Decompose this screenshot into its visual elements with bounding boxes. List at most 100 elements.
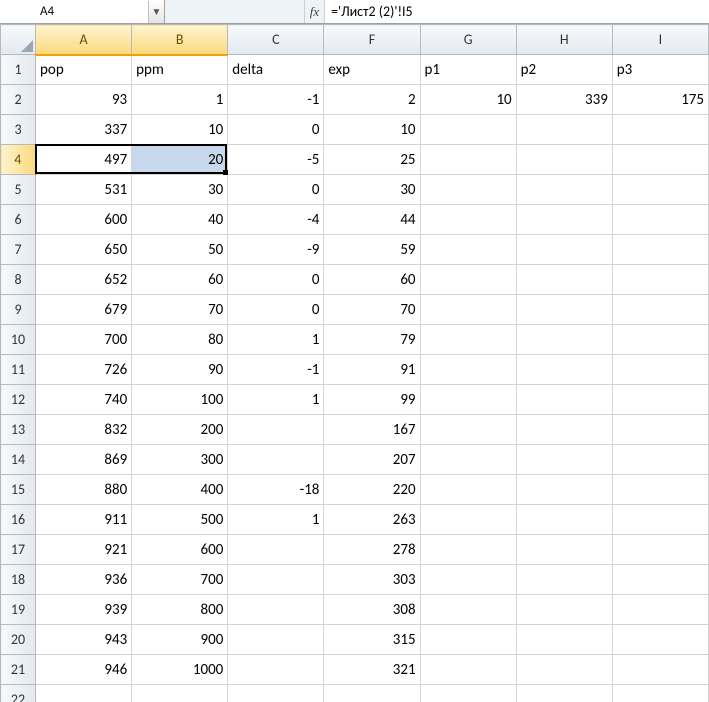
cell[interactable]: 921 — [36, 535, 132, 565]
cell[interactable] — [612, 565, 708, 595]
cell[interactable]: 93 — [36, 85, 132, 115]
cell[interactable] — [612, 625, 708, 655]
cell[interactable] — [420, 505, 516, 535]
col-header-I[interactable]: I — [612, 25, 708, 55]
cell[interactable] — [612, 655, 708, 685]
cell[interactable]: 175 — [612, 85, 708, 115]
cell[interactable]: 2 — [324, 85, 420, 115]
cell[interactable]: 308 — [324, 595, 420, 625]
cell[interactable]: 946 — [36, 655, 132, 685]
cell[interactable] — [612, 295, 708, 325]
cell[interactable]: 25 — [324, 145, 420, 175]
cell[interactable]: 700 — [132, 565, 228, 595]
cell[interactable] — [612, 445, 708, 475]
cell[interactable] — [516, 565, 612, 595]
cell[interactable]: 303 — [324, 565, 420, 595]
cell[interactable] — [324, 685, 420, 702]
cell[interactable]: 99 — [324, 385, 420, 415]
cell[interactable] — [612, 205, 708, 235]
cell[interactable] — [516, 595, 612, 625]
cell[interactable] — [420, 655, 516, 685]
cell[interactable]: 30 — [324, 175, 420, 205]
cell[interactable]: 650 — [36, 235, 132, 265]
row-header[interactable]: 5 — [1, 175, 36, 205]
cell[interactable] — [516, 295, 612, 325]
cell[interactable]: delta — [228, 55, 324, 85]
cell[interactable] — [516, 385, 612, 415]
cell[interactable]: exp — [324, 55, 420, 85]
cell[interactable]: -1 — [228, 355, 324, 385]
cell[interactable] — [612, 595, 708, 625]
cell[interactable] — [612, 175, 708, 205]
row-header[interactable]: 18 — [1, 565, 36, 595]
cell[interactable]: 321 — [324, 655, 420, 685]
cell[interactable]: 70 — [132, 295, 228, 325]
cell[interactable]: 44 — [324, 205, 420, 235]
cell[interactable] — [228, 565, 324, 595]
cell[interactable]: -1 — [228, 85, 324, 115]
select-all-corner[interactable] — [1, 25, 36, 55]
cell[interactable]: 220 — [324, 475, 420, 505]
cell[interactable] — [516, 415, 612, 445]
cell[interactable]: 869 — [36, 445, 132, 475]
cell[interactable] — [516, 325, 612, 355]
cell[interactable]: 0 — [228, 295, 324, 325]
row-header[interactable]: 21 — [1, 655, 36, 685]
cell[interactable] — [516, 115, 612, 145]
cell[interactable] — [420, 355, 516, 385]
cell[interactable]: 911 — [36, 505, 132, 535]
cell[interactable]: 339 — [516, 85, 612, 115]
col-header-C[interactable]: C — [228, 25, 324, 55]
cell[interactable]: 679 — [36, 295, 132, 325]
cell[interactable] — [516, 475, 612, 505]
cell[interactable] — [612, 475, 708, 505]
cell[interactable] — [228, 445, 324, 475]
col-header-A[interactable]: A — [36, 25, 132, 55]
cell[interactable]: 91 — [324, 355, 420, 385]
cell[interactable]: 0 — [228, 115, 324, 145]
cell[interactable]: 90 — [132, 355, 228, 385]
cell[interactable] — [420, 115, 516, 145]
cell[interactable] — [420, 595, 516, 625]
row-header[interactable]: 19 — [1, 595, 36, 625]
cell[interactable]: 0 — [228, 175, 324, 205]
name-box-dropdown-icon[interactable]: ▼ — [148, 1, 164, 23]
cell[interactable]: 600 — [36, 205, 132, 235]
row-header[interactable]: 16 — [1, 505, 36, 535]
cell[interactable]: p3 — [612, 55, 708, 85]
cell[interactable]: 832 — [36, 415, 132, 445]
col-header-F[interactable]: F — [324, 25, 420, 55]
cell[interactable]: -18 — [228, 475, 324, 505]
row-header[interactable]: 6 — [1, 205, 36, 235]
cell[interactable]: 726 — [36, 355, 132, 385]
fx-icon[interactable]: fx — [305, 0, 325, 23]
cell[interactable]: 0 — [228, 265, 324, 295]
cell[interactable]: 79 — [324, 325, 420, 355]
cell[interactable] — [420, 385, 516, 415]
cell[interactable] — [612, 505, 708, 535]
cell[interactable] — [612, 415, 708, 445]
cell[interactable] — [420, 475, 516, 505]
row-header[interactable]: 15 — [1, 475, 36, 505]
row-header[interactable]: 14 — [1, 445, 36, 475]
cell[interactable] — [228, 415, 324, 445]
row-header[interactable]: 10 — [1, 325, 36, 355]
cell[interactable] — [516, 355, 612, 385]
cell[interactable] — [612, 115, 708, 145]
cell[interactable]: 337 — [36, 115, 132, 145]
cell[interactable] — [612, 265, 708, 295]
cell[interactable] — [516, 655, 612, 685]
cell[interactable]: 200 — [132, 415, 228, 445]
cell[interactable]: 40 — [132, 205, 228, 235]
cell[interactable]: 50 — [132, 235, 228, 265]
cell[interactable]: 30 — [132, 175, 228, 205]
cell[interactable] — [420, 535, 516, 565]
cell[interactable]: 10 — [420, 85, 516, 115]
cell[interactable] — [228, 685, 324, 702]
cell[interactable]: 70 — [324, 295, 420, 325]
cell[interactable]: 400 — [132, 475, 228, 505]
cell[interactable] — [420, 175, 516, 205]
formula-bar[interactable]: ='Лист2 (2)'!I5 — [325, 0, 709, 23]
cell[interactable] — [612, 235, 708, 265]
row-header[interactable]: 17 — [1, 535, 36, 565]
